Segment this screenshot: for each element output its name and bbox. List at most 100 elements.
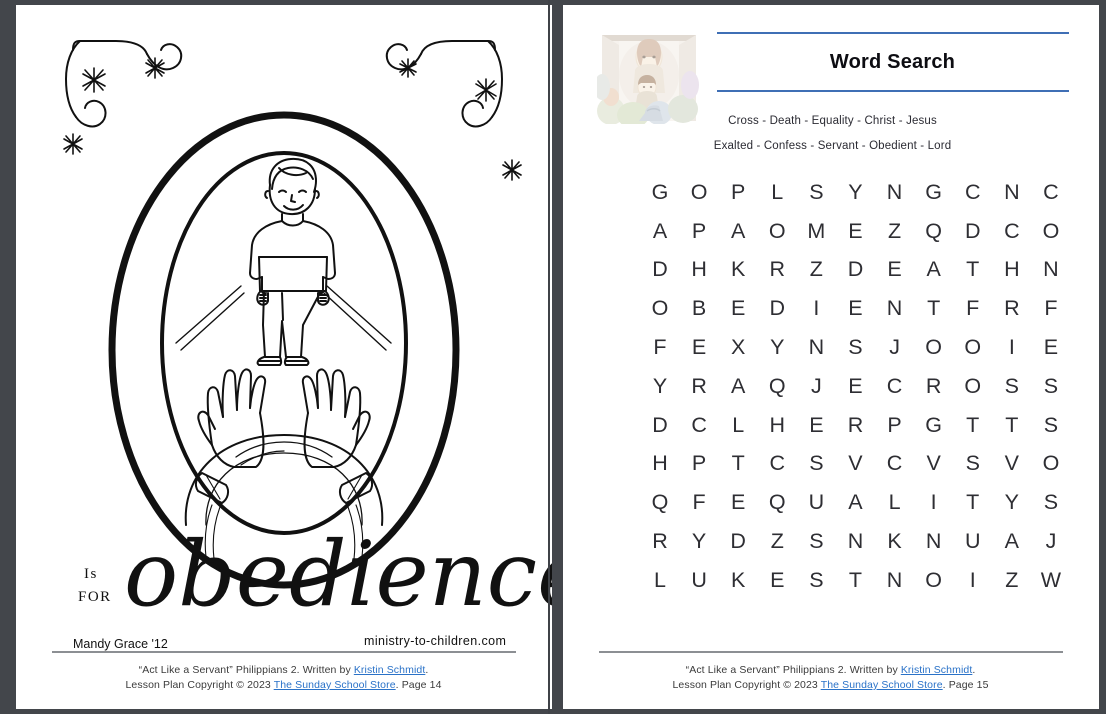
grid-cell[interactable]: I — [953, 568, 992, 593]
grid-cell[interactable]: Z — [797, 257, 836, 282]
grid-cell[interactable]: K — [719, 568, 758, 593]
grid-cell[interactable]: V — [914, 451, 953, 476]
grid-cell[interactable]: V — [836, 451, 875, 476]
grid-cell[interactable]: O — [953, 335, 992, 360]
grid-cell[interactable]: F — [680, 490, 719, 515]
grid-cell[interactable]: Y — [758, 335, 797, 360]
grid-cell[interactable]: A — [914, 257, 953, 282]
grid-cell[interactable]: S — [1031, 490, 1070, 515]
grid-cell[interactable]: R — [992, 296, 1031, 321]
grid-cell[interactable]: H — [680, 257, 719, 282]
grid-cell[interactable]: N — [797, 335, 836, 360]
grid-cell[interactable]: N — [875, 180, 914, 205]
grid-cell[interactable]: N — [992, 180, 1031, 205]
page-left-coloring-sheet[interactable]: Is FOR obedience Mandy Grace '12 ministr… — [15, 5, 552, 709]
grid-cell[interactable]: E — [836, 296, 875, 321]
grid-cell[interactable]: Y — [641, 374, 680, 399]
grid-cell[interactable]: Q — [758, 490, 797, 515]
grid-cell[interactable]: F — [1031, 296, 1070, 321]
grid-cell[interactable]: A — [719, 374, 758, 399]
grid-cell[interactable]: E — [680, 335, 719, 360]
grid-cell[interactable]: C — [992, 219, 1031, 244]
grid-cell[interactable]: F — [953, 296, 992, 321]
grid-cell[interactable]: P — [875, 413, 914, 438]
grid-cell[interactable]: T — [992, 413, 1031, 438]
grid-cell[interactable]: R — [758, 257, 797, 282]
grid-cell[interactable]: C — [680, 413, 719, 438]
grid-cell[interactable]: T — [953, 413, 992, 438]
grid-cell[interactable]: D — [758, 296, 797, 321]
grid-cell[interactable]: S — [797, 568, 836, 593]
grid-cell[interactable]: T — [953, 257, 992, 282]
grid-cell[interactable]: N — [875, 568, 914, 593]
grid-cell[interactable]: S — [1031, 413, 1070, 438]
grid-cell[interactable]: Y — [680, 529, 719, 554]
grid-cell[interactable]: E — [836, 374, 875, 399]
grid-cell[interactable]: Z — [758, 529, 797, 554]
grid-cell[interactable]: D — [641, 257, 680, 282]
grid-cell[interactable]: A — [719, 219, 758, 244]
grid-cell[interactable]: Q — [641, 490, 680, 515]
grid-cell[interactable]: S — [797, 180, 836, 205]
grid-cell[interactable]: A — [992, 529, 1031, 554]
grid-cell[interactable]: L — [758, 180, 797, 205]
grid-cell[interactable]: K — [719, 257, 758, 282]
grid-cell[interactable]: D — [641, 413, 680, 438]
grid-cell[interactable]: H — [641, 451, 680, 476]
grid-cell[interactable]: Z — [992, 568, 1031, 593]
grid-cell[interactable]: N — [1031, 257, 1070, 282]
grid-cell[interactable]: C — [875, 374, 914, 399]
grid-cell[interactable]: E — [875, 257, 914, 282]
word-search-grid[interactable]: GOPLSYNGCNCAPAOMEZQDCODHKRZDEATHNOBEDIEN… — [641, 173, 1071, 600]
store-link[interactable]: The Sunday School Store — [274, 679, 396, 691]
grid-cell[interactable]: E — [836, 219, 875, 244]
grid-cell[interactable]: K — [875, 529, 914, 554]
grid-cell[interactable]: D — [836, 257, 875, 282]
grid-cell[interactable]: E — [758, 568, 797, 593]
author-link[interactable]: Kristin Schmidt — [354, 664, 426, 676]
grid-cell[interactable]: H — [758, 413, 797, 438]
grid-cell[interactable]: X — [719, 335, 758, 360]
grid-cell[interactable]: J — [797, 374, 836, 399]
grid-cell[interactable]: P — [680, 219, 719, 244]
grid-cell[interactable]: Q — [914, 219, 953, 244]
grid-cell[interactable]: B — [680, 296, 719, 321]
grid-cell[interactable]: O — [680, 180, 719, 205]
grid-cell[interactable]: U — [953, 529, 992, 554]
grid-cell[interactable]: E — [719, 296, 758, 321]
grid-cell[interactable]: H — [992, 257, 1031, 282]
grid-cell[interactable]: I — [797, 296, 836, 321]
grid-cell[interactable]: T — [953, 490, 992, 515]
grid-cell[interactable]: E — [797, 413, 836, 438]
grid-cell[interactable]: O — [914, 335, 953, 360]
grid-cell[interactable]: Q — [758, 374, 797, 399]
grid-cell[interactable]: L — [875, 490, 914, 515]
grid-cell[interactable]: R — [836, 413, 875, 438]
grid-cell[interactable]: I — [992, 335, 1031, 360]
grid-cell[interactable]: E — [1031, 335, 1070, 360]
grid-cell[interactable]: A — [836, 490, 875, 515]
page-right-word-search[interactable]: Word Search Cross - Death - Equality - C… — [562, 5, 1099, 709]
grid-cell[interactable]: T — [836, 568, 875, 593]
grid-cell[interactable]: O — [1031, 451, 1070, 476]
grid-cell[interactable]: L — [641, 568, 680, 593]
grid-cell[interactable]: A — [641, 219, 680, 244]
grid-cell[interactable]: N — [914, 529, 953, 554]
grid-cell[interactable]: M — [797, 219, 836, 244]
grid-cell[interactable]: G — [641, 180, 680, 205]
grid-cell[interactable]: C — [953, 180, 992, 205]
grid-cell[interactable]: S — [953, 451, 992, 476]
grid-cell[interactable]: N — [875, 296, 914, 321]
grid-cell[interactable]: J — [1031, 529, 1070, 554]
grid-cell[interactable]: I — [914, 490, 953, 515]
grid-cell[interactable]: F — [641, 335, 680, 360]
grid-cell[interactable]: S — [1031, 374, 1070, 399]
grid-cell[interactable]: S — [797, 451, 836, 476]
grid-cell[interactable]: Y — [992, 490, 1031, 515]
grid-cell[interactable]: N — [836, 529, 875, 554]
grid-cell[interactable]: U — [797, 490, 836, 515]
grid-cell[interactable]: V — [992, 451, 1031, 476]
grid-cell[interactable]: P — [719, 180, 758, 205]
grid-cell[interactable]: D — [953, 219, 992, 244]
grid-cell[interactable]: C — [875, 451, 914, 476]
